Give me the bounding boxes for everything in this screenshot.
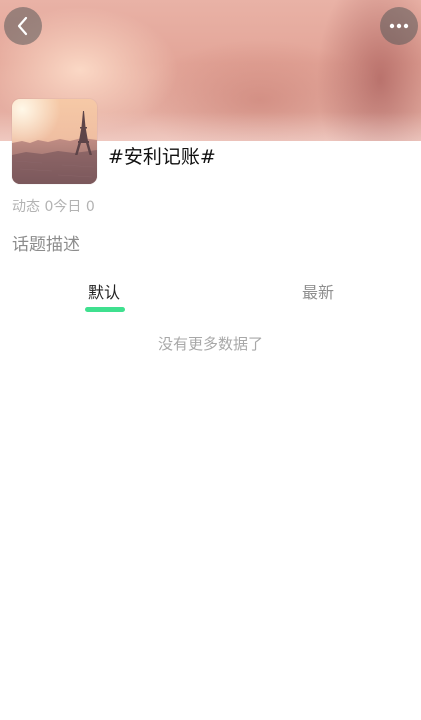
chevron-left-icon xyxy=(16,16,30,36)
topic-description: 话题描述 xyxy=(12,235,80,255)
tab-default[interactable]: 默认 xyxy=(88,282,120,304)
topic-cover-image xyxy=(12,99,97,184)
active-tab-indicator xyxy=(85,307,125,312)
more-button[interactable] xyxy=(380,7,418,45)
topic-title: #安利记账# xyxy=(108,146,216,168)
empty-state-text: 没有更多数据了 xyxy=(157,335,263,353)
eiffel-tower-cover-image xyxy=(12,99,97,184)
back-button[interactable] xyxy=(4,7,42,45)
topic-page: #安利记账# 动态 0今日 0 话题描述 默认 最新 没有更多数据了 xyxy=(0,0,421,720)
posts-label: 动态 xyxy=(12,199,40,215)
topic-stats: 动态 0今日 0 xyxy=(12,197,95,217)
more-horizontal-icon xyxy=(389,23,409,29)
today-count: 0 xyxy=(85,199,95,215)
tab-latest[interactable]: 最新 xyxy=(302,282,334,304)
today-label: 今日 xyxy=(53,199,82,215)
